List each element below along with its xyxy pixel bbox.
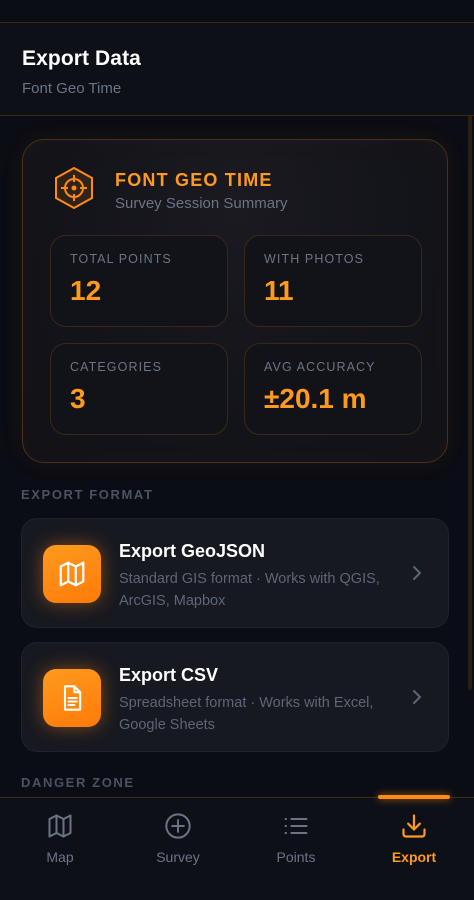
- stat-with-photos: WITH PHOTOS 11: [244, 235, 422, 327]
- map-icon: [59, 561, 85, 587]
- page-title: Export Data: [22, 47, 141, 70]
- section-export-format: EXPORT FORMAT: [21, 487, 154, 502]
- page-header: Export Data Font Geo Time: [0, 22, 474, 116]
- map-icon: [48, 814, 72, 838]
- nav-tab-map[interactable]: Map: [1, 798, 119, 900]
- page-subtitle: Font Geo Time: [22, 80, 122, 97]
- section-danger-zone: DANGER ZONE: [21, 775, 135, 790]
- stat-label: WITH PHOTOS: [264, 252, 365, 266]
- export-csv-icon-tile: [43, 669, 101, 727]
- plus-circle-icon: [165, 813, 191, 839]
- session-subtitle: Survey Session Summary: [115, 195, 288, 212]
- stat-label: TOTAL POINTS: [70, 252, 172, 266]
- nav-label-points: Points: [276, 849, 316, 865]
- export-geojson-title: Export GeoJSON: [119, 541, 266, 561]
- export-csv-button[interactable]: Export CSV Spreadsheet format · Works wi…: [21, 642, 449, 752]
- download-icon: [402, 814, 426, 838]
- stat-label: AVG ACCURACY: [264, 360, 376, 374]
- session-summary-card: FONT GEO TIME Survey Session Summary TOT…: [22, 139, 448, 463]
- bottom-nav: Map Survey Points Export: [0, 795, 474, 900]
- nav-tab-export[interactable]: Export: [355, 798, 473, 900]
- scrollbar[interactable]: [468, 30, 472, 690]
- nav-label-survey: Survey: [156, 849, 200, 865]
- stat-value: ±20.1 m: [264, 383, 367, 414]
- nav-tab-points[interactable]: Points: [237, 798, 355, 900]
- document-icon: [63, 685, 82, 711]
- stat-value: 11: [264, 275, 294, 306]
- stat-total-points: TOTAL POINTS 12: [50, 235, 228, 327]
- nav-tab-survey[interactable]: Survey: [119, 798, 237, 900]
- export-geojson-description: Standard GIS format · Works with QGIS, A…: [119, 571, 380, 609]
- export-geojson-icon-tile: [43, 545, 101, 603]
- stat-label: CATEGORIES: [70, 360, 163, 374]
- session-title: FONT GEO TIME: [115, 170, 273, 190]
- stat-categories: CATEGORIES 3: [50, 343, 228, 435]
- stat-value: 12: [70, 275, 102, 306]
- chevron-right-icon: [413, 690, 421, 704]
- stat-avg-accuracy: AVG ACCURACY ±20.1 m: [244, 343, 422, 435]
- export-csv-title: Export CSV: [119, 665, 219, 685]
- chevron-right-icon: [413, 566, 421, 580]
- list-icon: [284, 818, 308, 834]
- export-geojson-button[interactable]: Export GeoJSON Standard GIS format · Wor…: [21, 518, 449, 628]
- nav-label-export: Export: [391, 849, 437, 865]
- nav-label-map: Map: [46, 849, 74, 865]
- stat-value: 3: [70, 383, 86, 414]
- target-hexagon-icon: [55, 166, 93, 210]
- export-csv-description: Spreadsheet format · Works with Excel, G…: [119, 695, 374, 733]
- export-screen: Export Data Font Geo Time FONT GEO TIME …: [0, 0, 474, 900]
